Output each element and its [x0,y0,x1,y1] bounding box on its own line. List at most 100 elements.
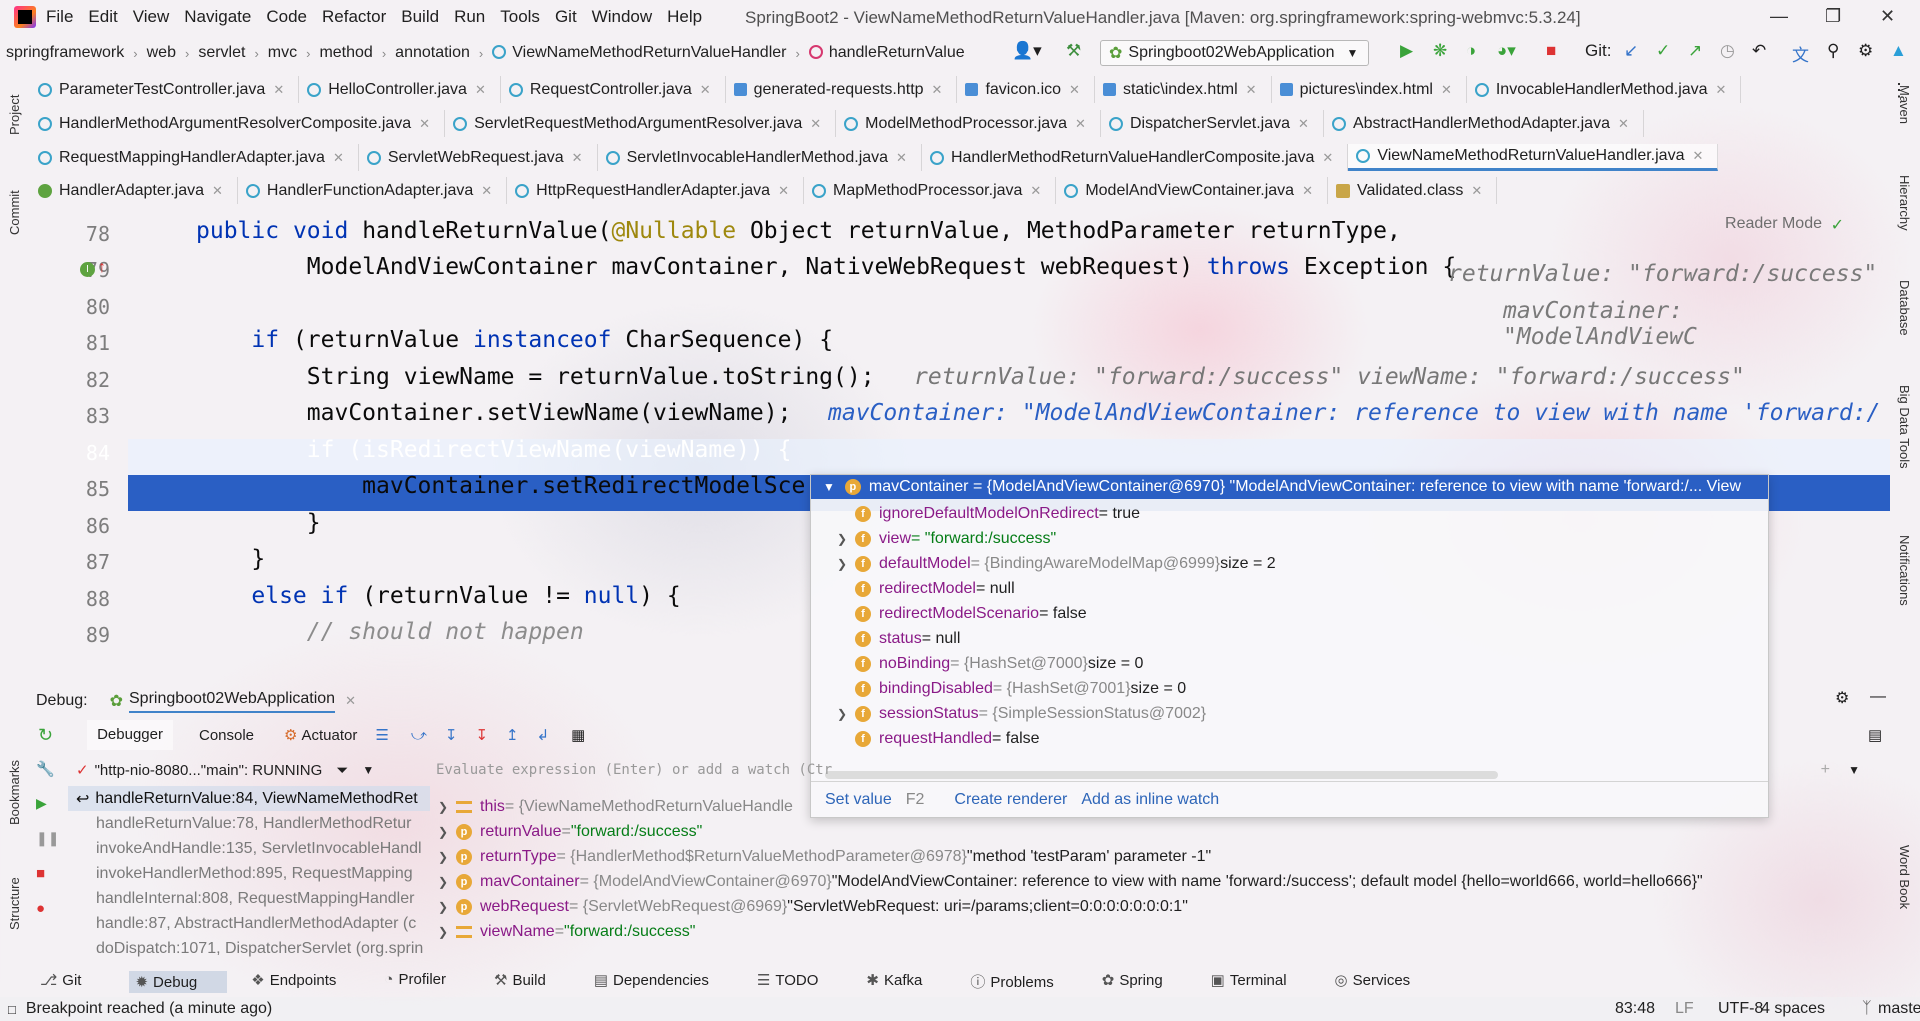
translate-icon[interactable]: 文 [1792,41,1809,66]
editor-tab[interactable]: HandlerMethodReturnValueHandlerComposite… [922,144,1349,171]
bookmarks-tool-button[interactable]: Bookmarks [7,760,22,825]
editor-tab[interactable]: RequestController.java ✕ [501,76,726,103]
popup-header[interactable]: ▼ p mavContainer = {ModelAndViewContaine… [811,475,1768,499]
close-tab-icon[interactable]: ✕ [572,150,583,166]
breadcrumb-item[interactable]: method [319,44,372,62]
evaluate-table-icon[interactable]: ▦ [571,726,585,744]
tool-terminal[interactable]: ▣ Terminal [1211,971,1311,993]
chevron-down-icon[interactable]: ▼ [823,480,835,494]
stack-frame[interactable]: handleInternal:808, RequestMappingHandle… [68,886,430,911]
search-icon[interactable]: ⚲ [1827,41,1839,61]
menu-help[interactable]: Help [667,7,702,26]
run-to-cursor-icon[interactable]: ↲ [537,726,550,744]
stop-icon[interactable]: ■ [1546,41,1556,61]
tool-profiler[interactable]: ◔ Profiler [384,971,470,993]
popup-field-row[interactable]: f noBinding = {HashSet@7000} size = 0 [811,651,1768,676]
editor-tab[interactable]: MapMethodProcessor.java ✕ [804,177,1057,204]
close-tab-icon[interactable]: ✕ [212,183,223,199]
step-into-icon[interactable]: ↧ [445,726,458,744]
chevron-right-icon[interactable]: ❯ [430,825,456,839]
breadcrumb-item[interactable]: springframework [6,44,124,62]
database-tool-button[interactable]: Database [1897,280,1912,336]
actuator-tab[interactable]: Actuator [301,727,357,744]
editor-tab[interactable]: pictures\index.html ✕ [1272,76,1467,103]
status-expand-icon[interactable]: □ [8,1002,16,1017]
close-tab-icon[interactable]: ✕ [1471,183,1482,199]
word-book-tool-button[interactable]: Word Book [1897,845,1912,909]
menu-build[interactable]: Build [401,7,439,26]
tool-problems[interactable]: ⓘ Problems [970,971,1077,993]
step-over-icon[interactable]: ⤻ [411,727,427,744]
plugin-icon[interactable]: ▲ [1890,41,1907,61]
popup-field-row[interactable]: ❯ f defaultModel = {BindingAwareModelMap@6… [811,551,1768,576]
pause-icon[interactable]: ❚❚ [36,830,59,847]
chevron-right-icon[interactable]: ❯ [430,925,456,939]
variable-row[interactable]: ❯ viewName = "forward:/success" [430,919,1880,944]
run-icon[interactable]: ▶ [1400,41,1413,61]
indent-setting[interactable]: 4 spaces [1761,1000,1825,1018]
project-tool-button[interactable]: Project [7,95,22,135]
reader-mode-toggle[interactable]: Reader Mode [1725,215,1822,233]
file-encoding[interactable]: UTF-8 [1718,1000,1763,1018]
rollback-icon[interactable]: ↶ [1752,41,1766,61]
variable-row[interactable]: ❯ p returnValue = "forward:/success" [430,819,1880,844]
user-icon[interactable]: 👤▾ [1012,41,1042,61]
close-tab-icon[interactable]: ✕ [1075,116,1086,132]
editor-tab[interactable]: ServletRequestMethodArgumentResolver.jav… [445,110,837,137]
popup-field-row[interactable]: f ignoreDefaultModelOnRedirect = true [811,501,1768,526]
variable-row[interactable]: ❯ p returnType = {HandlerMethod$ReturnValu… [430,844,1880,869]
minimize-panel-icon[interactable]: — [1870,688,1886,706]
implements-gutter-icon[interactable]: I [80,262,95,277]
git-commit-icon[interactable]: ✓ [1656,41,1670,61]
settings-gear-icon[interactable]: ⚙ [1835,688,1849,708]
rerun-icon[interactable]: ↻ [38,725,53,746]
profiler-icon[interactable]: ◕▾ [1497,41,1516,61]
stack-frame[interactable]: handleReturnValue:78, HandlerMethodRetur [68,811,430,836]
chevron-right-icon[interactable]: ❯ [430,875,456,889]
big-data-tools-button[interactable]: Big Data Tools [1897,385,1912,469]
editor-tab[interactable]: Validated.class ✕ [1328,177,1498,204]
editor-tab[interactable]: ServletInvocableHandlerMethod.java ✕ [598,144,922,171]
tool-build[interactable]: ⚒ Build [494,971,570,993]
close-icon[interactable]: ✕ [345,693,356,709]
breadcrumb-item[interactable]: handleReturnValue [808,44,965,62]
breadcrumb-item[interactable]: servlet [198,44,245,62]
menu-refactor[interactable]: Refactor [322,7,386,26]
editor-tab[interactable]: static\index.html ✕ [1095,76,1272,103]
editor-tab[interactable]: DispatcherServlet.java ✕ [1101,110,1324,137]
git-push-icon[interactable]: ↗ [1688,41,1702,61]
breadcrumb-item[interactable]: mvc [268,44,297,62]
editor-tab[interactable]: InvocableHandlerMethod.java ✕ [1467,76,1742,103]
variable-row[interactable]: ❯ p webRequest = {ServletWebRequest@6969} … [430,894,1880,919]
editor-tab[interactable]: HelloController.java ✕ [299,76,501,103]
close-tab-icon[interactable]: ✕ [1618,116,1629,132]
close-tab-icon[interactable]: ✕ [1692,148,1703,164]
hierarchy-tool-button[interactable]: Hierarchy [1897,175,1912,231]
debug-session-tab[interactable]: Springboot02WebApplication [129,690,336,713]
chevron-right-icon[interactable]: ❯ [430,900,456,914]
editor-tab[interactable]: AbstractHandlerMethodAdapter.java ✕ [1324,110,1644,137]
close-tab-icon[interactable]: ✕ [1716,82,1727,98]
editor-tab[interactable]: HttpRequestHandlerAdapter.java ✕ [507,177,804,204]
editor-tab[interactable]: ServletWebRequest.java ✕ [359,144,598,171]
settings-gear-icon[interactable]: ⚙ [1858,41,1873,61]
stop-icon[interactable]: ■ [36,865,56,882]
close-tab-icon[interactable]: ✕ [1441,82,1452,98]
menu-file[interactable]: File [46,7,73,26]
git-branch[interactable]: master [1878,1000,1920,1018]
menu-tools[interactable]: Tools [500,7,540,26]
build-hammer-icon[interactable]: ⚒ [1066,41,1081,61]
editor-tab[interactable]: ModelAndViewContainer.java ✕ [1056,177,1328,204]
commit-tool-button[interactable]: Commit [7,190,22,235]
menu-edit[interactable]: Edit [88,7,117,26]
tool-todo[interactable]: ☰ TODO [757,971,843,993]
editor-tab[interactable]: RequestMappingHandlerAdapter.java ✕ [30,144,359,171]
popup-field-row[interactable]: f status = null [811,626,1768,651]
chevron-right-icon[interactable]: ❯ [829,532,855,546]
breadcrumb-item[interactable]: web [147,44,176,62]
close-tab-icon[interactable]: ✕ [1322,150,1333,166]
close-tab-icon[interactable]: ✕ [700,82,711,98]
close-tab-icon[interactable]: ✕ [810,116,821,132]
stack-frame[interactable]: handle:87, AbstractHandlerMethodAdapter … [68,911,430,936]
override-gutter-icon[interactable]: ↑ [98,259,106,277]
